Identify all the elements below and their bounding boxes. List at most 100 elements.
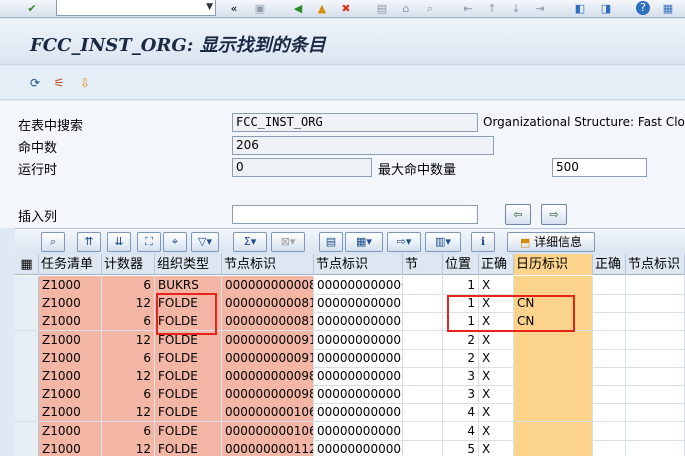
table-cell: Z1000 [39,294,102,314]
column-header[interactable]: 日历标识 [514,254,593,275]
table-row[interactable]: Z1000 12 FOLDE 000000000091 000000000008 2 X [15,330,685,350]
double-chevron-left-icon[interactable]: « [226,1,242,16]
row-selector[interactable] [15,348,39,368]
table-cell: Z1000 [39,367,102,386]
find-icon[interactable]: ⌂ [398,1,414,16]
row-selector[interactable] [15,276,39,295]
find-next-icon[interactable]: ⌕ [422,1,438,16]
print-preview-button[interactable]: ▤ [319,232,343,252]
table-cell [514,403,593,423]
table-cell [626,367,685,386]
column-header[interactable]: 节点标识 [626,254,685,275]
find-next-button[interactable]: ⌖ [163,232,187,252]
table-cell: X [479,330,514,350]
first-page-icon[interactable]: ⇤ [460,1,476,16]
column-header[interactable]: 节 [403,254,443,275]
layout-menu-icon[interactable]: ▦ [660,1,676,16]
table-cell [403,294,443,314]
exit-icon[interactable]: ▲ [314,1,330,16]
column-header[interactable]: 正确 [479,254,514,275]
cancel-icon[interactable]: ✖ [338,1,354,16]
filter-button[interactable]: ▽▾ [191,232,219,252]
last-page-icon[interactable]: ⇥ [532,1,548,16]
refresh-icon[interactable]: ⟳ [26,74,44,92]
table-cell: 000000000008 [314,385,403,405]
table-row[interactable]: Z1000 12 FOLDE 000000000081 000000000008 1 X CN [15,294,685,314]
table-cell: 000000000008 [314,312,403,332]
table-row[interactable]: Z1000 6 FOLDE 000000000091 000000000008 2 X [15,348,685,368]
save-icon[interactable]: ▣ [252,1,268,16]
row-selector[interactable] [15,385,39,405]
row-selector[interactable] [15,330,39,350]
column-header[interactable]: 位置 [443,254,479,275]
table-row[interactable]: Z1000 12 FOLDE 000000000112 000000000008 5 X [15,439,685,456]
chevron-down-icon[interactable]: ▼ [206,2,213,12]
table-cell: X [479,276,514,295]
column-header[interactable]: 计数器 [102,254,155,275]
table-cell [626,439,685,456]
table-cell [403,312,443,332]
row-selector[interactable] [15,403,39,423]
table-cell: FOLDE [155,421,222,441]
table-cell [593,312,626,332]
table-cell: FOLDE [155,403,222,423]
table-row[interactable]: Z1000 6 FOLDE 000000000098 000000000008 3 X [15,385,685,405]
shortcut-icon[interactable]: ◨ [598,1,614,16]
print-icon[interactable]: ▤ [374,1,390,16]
hierarchy-icon: ⬒ [520,236,531,249]
table-cell: X [479,312,514,332]
table-row[interactable]: Z1000 6 BUKRS 000000000008 000000000000 1 X [15,276,685,295]
detail-info-button[interactable]: ⬒ 详细信息 [507,232,595,252]
table-row[interactable]: Z1000 12 FOLDE 000000000098 000000000008 3 X [15,367,685,386]
column-header[interactable]: 节点标识 [314,254,403,275]
export-button[interactable]: ⇨▾ [387,232,421,252]
row-selector[interactable] [15,421,39,441]
info-button[interactable]: ℹ [471,232,495,252]
enter-check-icon[interactable]: ✔ [24,1,40,16]
table-cell: FOLDE [155,312,222,332]
find-button[interactable]: ⛶ [137,232,161,252]
row-selector[interactable] [15,294,39,314]
insert-column-field[interactable] [232,205,478,224]
export-icon[interactable]: ⇩ [76,74,94,92]
column-header[interactable]: 组织类型 [155,254,222,275]
table-cell [593,294,626,314]
table-cell [403,348,443,368]
max-hits-field[interactable]: 500 [552,158,647,177]
row-selector[interactable] [15,439,39,456]
table-cell [593,367,626,386]
command-field[interactable]: ▼ [56,0,216,16]
column-header[interactable]: 节点标识 [222,254,314,275]
table-description: Organizational Structure: Fast Closing [483,115,685,129]
views-button[interactable]: ▦▾ [345,232,383,252]
select-all-icon[interactable]: ▦ [15,254,39,275]
next-page-icon[interactable]: ↓ [508,1,524,16]
table-row[interactable]: Z1000 6 FOLDE 000000000081 000000000008 1 X CN [15,312,685,332]
subtotal-button[interactable]: ⊠▾ [271,232,305,252]
table-row[interactable]: Z1000 6 FOLDE 000000000106 000000000008 4 X [15,421,685,441]
column-header[interactable]: 正确 [593,254,626,275]
details-zoom-button[interactable]: ⌕ [41,232,65,252]
row-selector[interactable] [15,367,39,386]
table-cell: Z1000 [39,276,102,295]
table-cell: 000000000081 [222,294,314,314]
table-cell: Z1000 [39,385,102,405]
table-cell: 000000000106 [222,421,314,441]
help-icon[interactable]: ? [636,1,650,15]
sort-ascending-button[interactable]: ⇈ [77,232,101,252]
insert-column-label: 插入列 [18,210,58,225]
layout-button[interactable]: ▥▾ [425,232,461,252]
column-header[interactable]: 任务清单 [39,254,102,275]
insert-column-right-button[interactable]: ⇨ [541,204,567,225]
insert-column-left-button[interactable]: ⇦ [505,204,531,225]
table-cell [514,330,593,350]
back-icon[interactable]: ◀ [290,1,306,16]
new-session-icon[interactable]: ◧ [572,1,588,16]
selection-criteria-icon[interactable]: ⚟ [50,74,68,92]
prev-page-icon[interactable]: ↑ [484,1,500,16]
table-cell [514,385,593,405]
row-selector[interactable] [15,312,39,332]
sort-descending-button[interactable]: ⇊ [107,232,131,252]
sum-button[interactable]: Σ▾ [233,232,267,252]
table-row[interactable]: Z1000 12 FOLDE 000000000106 000000000008 4 X [15,403,685,423]
